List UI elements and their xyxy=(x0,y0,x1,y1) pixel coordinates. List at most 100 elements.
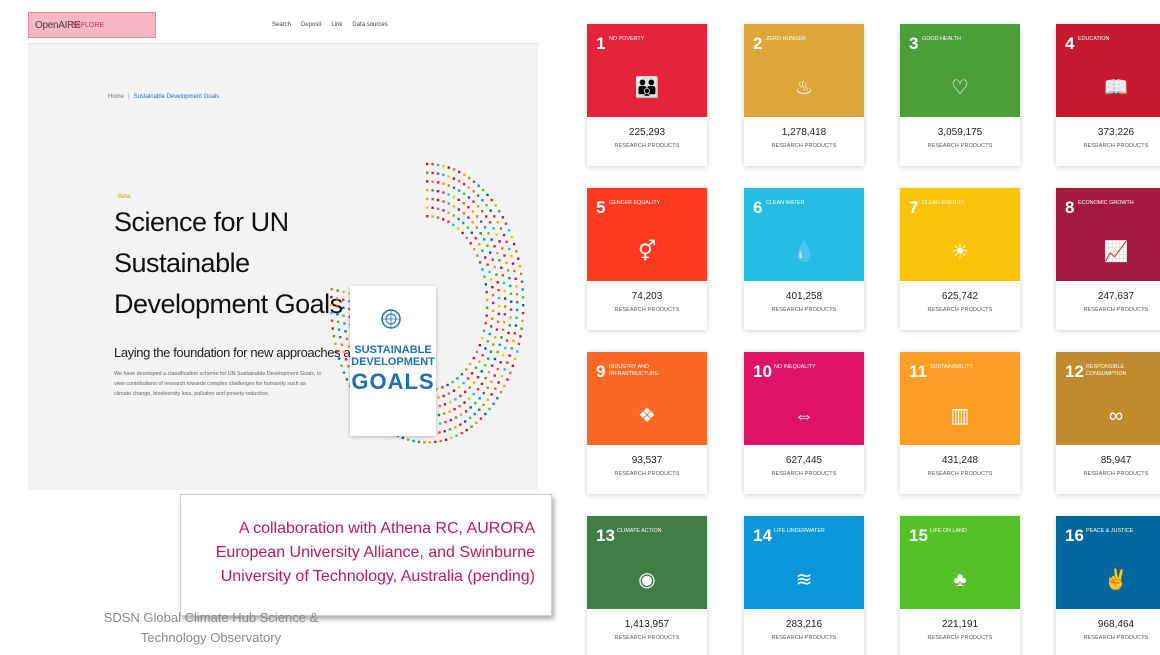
ring-dot xyxy=(487,232,490,235)
ring-dot xyxy=(443,430,446,433)
sdg-label: Clean energy xyxy=(922,200,965,206)
sdg-color-panel: 9 Industry and infrastructure ❖ xyxy=(587,352,707,445)
ring-dot xyxy=(452,214,455,217)
ring-dot xyxy=(479,417,483,420)
sdg-research-count: 968,464 xyxy=(1097,619,1135,630)
ring-dot xyxy=(462,192,466,195)
ring-dot xyxy=(467,216,470,219)
ring-dot xyxy=(490,325,493,328)
ring-dot xyxy=(444,420,447,424)
ring-dot xyxy=(516,350,519,353)
ring-dot xyxy=(478,397,481,400)
ring-dot xyxy=(469,406,472,409)
ring-dot xyxy=(454,398,457,401)
ring-dot xyxy=(484,347,487,350)
sdg-tile-2[interactable]: 2 Zero hunger ♨ 1,278,418 RESEARCH PRODUCTS xyxy=(744,24,864,166)
ring-dot xyxy=(504,305,507,308)
ring-dot xyxy=(457,189,461,192)
ring-dot xyxy=(457,217,460,221)
ring-dot xyxy=(474,237,477,240)
sdg-tile-8[interactable]: 8 Economic growth 📈 247,637 RESEARCH PRODUCT… xyxy=(1056,188,1160,330)
sdg-tile-9[interactable]: 9 Industry and infrastructure ❖ 93,537 RESEA… xyxy=(587,352,707,494)
ring-dot xyxy=(495,233,498,236)
sdg-research-count: 283,216 xyxy=(785,619,823,630)
ring-dot xyxy=(332,335,336,338)
sdg-tile-13[interactable]: 13 Climate action ◉ 1,413,957 RESEARCH PRODU… xyxy=(587,516,707,655)
ring-dot xyxy=(476,254,479,257)
ring-dot xyxy=(489,251,492,254)
ring-dot xyxy=(496,252,499,255)
sdg-color-panel: 16 Peace & justice ✌ xyxy=(1056,516,1160,609)
ring-dot xyxy=(481,268,484,271)
sdg-research-count: 247,637 xyxy=(1097,291,1135,302)
nav-data-sources[interactable]: Data sources xyxy=(352,22,387,28)
sdg-tile-3[interactable]: 3 Good health ♡ 3,059,175 RESEARCH PRODUCTS xyxy=(900,24,1020,166)
ring-dot xyxy=(452,205,456,208)
breadcrumb-current: Sustainable Development Goals xyxy=(133,94,220,100)
sdg-number: 16 xyxy=(1065,526,1084,545)
ring-dot xyxy=(484,412,487,416)
ring-dot xyxy=(501,216,504,219)
ring-dot xyxy=(444,438,448,441)
sdg-tile-16[interactable]: 16 Peace & justice ✌ 968,464 RESEARCH PRODUC… xyxy=(1056,516,1160,655)
openaire-logo[interactable]: OpenAIRE EXPLORE xyxy=(28,12,156,38)
sdg-color-panel: 11 Sustainability ▥ xyxy=(900,352,1020,445)
ring-dot xyxy=(513,269,516,273)
sdg-research-count: 93,537 xyxy=(631,455,663,466)
ring-dot xyxy=(492,402,495,405)
nav-search[interactable]: Search xyxy=(272,22,291,28)
ring-dot xyxy=(469,242,472,245)
ring-dot xyxy=(522,304,525,307)
ring-dot xyxy=(486,244,489,247)
ring-dot xyxy=(441,386,444,389)
sdg-tile-12[interactable]: 12 Responsible consumption ∞ 85,947 RESEARCH… xyxy=(1056,352,1160,494)
ring-dot xyxy=(517,342,521,346)
ring-dot xyxy=(345,378,348,381)
ring-dot xyxy=(431,171,434,175)
ring-dot xyxy=(511,262,515,265)
ring-dot xyxy=(472,190,475,193)
sdg-tile-14[interactable]: 14 Life underwater ≋ 283,216 RESEARCH PRODUC… xyxy=(744,516,864,655)
sdg-number: 8 xyxy=(1065,198,1075,217)
sdg-research-count: 625,742 xyxy=(941,291,979,302)
ring-dot xyxy=(478,408,481,411)
ring-dot xyxy=(447,220,450,223)
ring-dot xyxy=(340,343,344,346)
nav-link[interactable]: Link xyxy=(331,22,342,28)
ring-dot xyxy=(497,289,500,292)
ring-dot xyxy=(509,284,512,288)
sdg-logo-word-sustainable: SUSTAINABLE xyxy=(354,344,432,356)
ring-dot xyxy=(447,193,450,196)
ring-dot xyxy=(442,164,445,168)
nav-deposit[interactable]: Deposit xyxy=(301,22,321,28)
ring-dot xyxy=(426,188,429,192)
ring-dot xyxy=(452,186,456,189)
ring-dot xyxy=(500,336,503,339)
ring-dot xyxy=(490,380,493,383)
sdg-research-label: RESEARCH PRODUCTS xyxy=(614,307,680,313)
sdg-research-count: 85,947 xyxy=(1100,455,1132,466)
sdg-color-panel: 6 Clean water 💧 xyxy=(744,188,864,281)
sdg-tile-15[interactable]: 15 Life on land ♣ 221,191 RESEARCH PRODUCTS xyxy=(900,516,1020,655)
equality-icon: ⇔ xyxy=(794,405,814,427)
breadcrumb-home[interactable]: Home xyxy=(108,94,124,100)
ring-dot xyxy=(457,198,460,201)
ring-dot xyxy=(443,403,447,406)
sdg-tile-10[interactable]: 10 No inequality ⇔ 627,445 RESEARCH PRODUCTS xyxy=(744,352,864,494)
sdg-tile-1[interactable]: 1 No poverty 👪 225,293 RESEARCH PRODUCTS xyxy=(587,24,707,166)
ring-dot xyxy=(435,387,439,391)
ring-dot xyxy=(496,320,500,323)
ring-dot xyxy=(460,373,464,376)
sdg-tile-7[interactable]: 7 Clean energy ☀ 625,742 RESEARCH PRODUCTS xyxy=(900,188,1020,330)
ring-dot xyxy=(468,176,471,180)
main-nav: Search Deposit Link Data sources xyxy=(272,22,388,28)
sdg-label: No inequality xyxy=(774,364,816,370)
ring-dot xyxy=(463,173,466,176)
ring-dot xyxy=(330,295,333,299)
sdg-tile-6[interactable]: 6 Clean water 💧 401,258 RESEARCH PRODUCTS xyxy=(744,188,864,330)
sdg-tile-11[interactable]: 11 Sustainability ▥ 431,248 RESEARCH PRODUCT… xyxy=(900,352,1020,494)
ring-dot xyxy=(342,298,345,302)
sdg-tile-5[interactable]: 5 Gender equality ⚥ 74,203 RESEARCH PRODUCTS xyxy=(587,188,707,330)
sdg-tile-4[interactable]: 4 Education 📖 373,226 RESEARCH PRODUCTS xyxy=(1056,24,1160,166)
ring-dot xyxy=(479,232,482,235)
